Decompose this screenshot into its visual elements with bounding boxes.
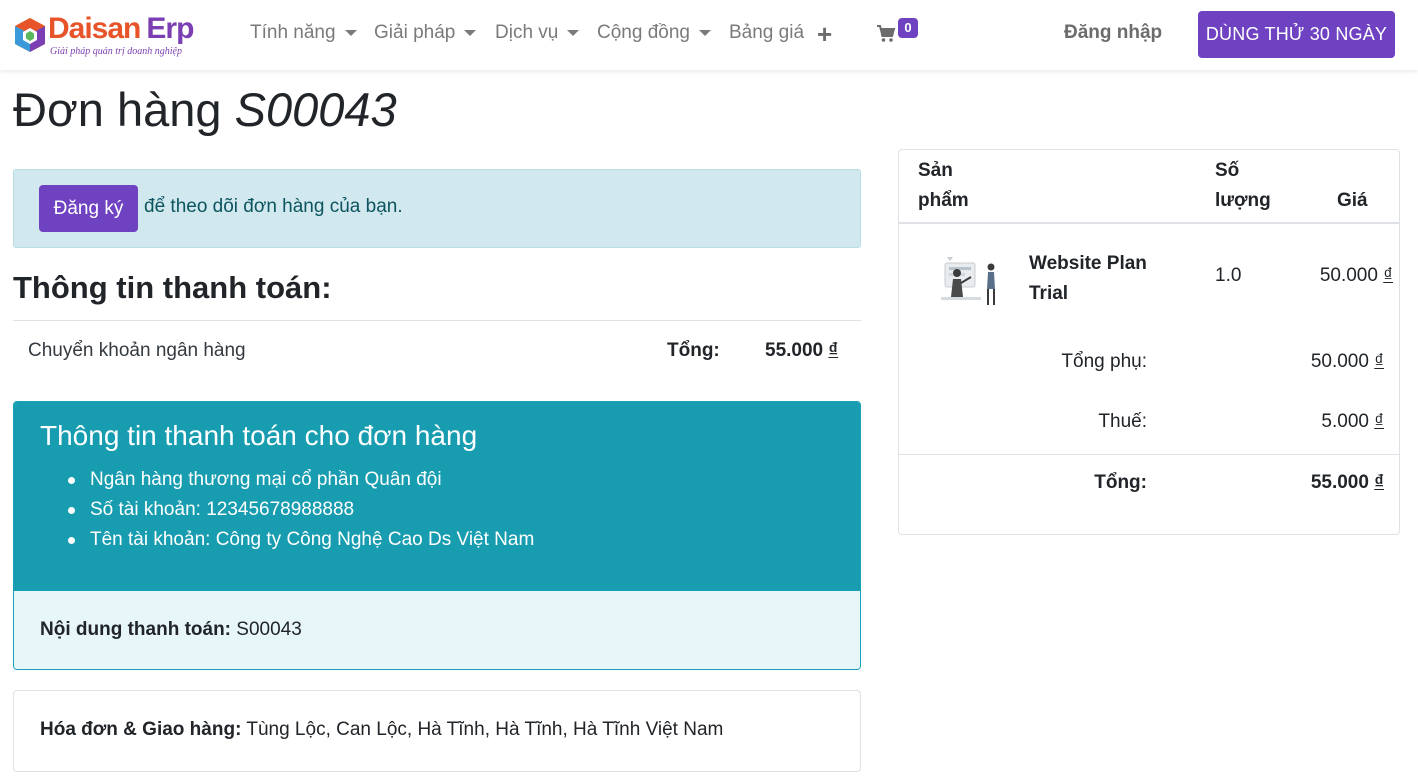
bank-account-number: Số tài khoản: 12345678988888	[67, 495, 534, 525]
subtotal-value: 50.000 ₫	[1310, 351, 1384, 372]
caret-down-icon	[698, 30, 711, 36]
bank-transfer-card: Thông tin thanh toán cho đơn hàng Ngân h…	[13, 401, 861, 670]
payment-heading: Thông tin thanh toán:	[13, 270, 332, 305]
alert-text: để theo dõi đơn hàng của bạn.	[144, 196, 403, 217]
payment-reference-panel: Nội dung thanh toán: S00043	[14, 590, 860, 669]
register-alert: Đăng ký để theo dõi đơn hàng của bạn.	[13, 169, 861, 248]
cart-count-badge: 0	[898, 18, 918, 38]
order-total-value: 55.000 ₫	[1310, 472, 1384, 493]
order-total-label: Tổng:	[1094, 472, 1147, 493]
billing-shipping-address: Hóa đơn & Giao hàng: Tùng Lộc, Can Lộc, …	[40, 719, 724, 740]
header-product: Sản phẩm	[918, 160, 969, 211]
header-divider	[899, 222, 1399, 224]
product-thumbnail	[941, 257, 995, 305]
nav-menu-solutions[interactable]: Giải pháp	[374, 22, 477, 44]
brand-name: Daisan Erp	[48, 12, 194, 45]
brand-tagline: Giải pháp quản trị doanh nghiệp	[50, 46, 182, 57]
caret-down-icon	[567, 30, 580, 36]
caret-down-icon	[464, 30, 477, 36]
bank-info-panel: Thông tin thanh toán cho đơn hàng Ngân h…	[14, 402, 860, 590]
bank-name: Ngân hàng thương mại cổ phần Quân đội	[67, 465, 534, 495]
nav-menu-label: Dịch vụ	[495, 22, 559, 43]
register-button[interactable]: Đăng ký	[39, 185, 138, 232]
payment-total-label: Tổng:	[667, 340, 720, 361]
product-quantity: 1.0	[1215, 265, 1242, 286]
page-title: Đơn hàng S00043	[13, 83, 397, 136]
tax-label: Thuế:	[1098, 411, 1147, 432]
total-divider	[899, 454, 1399, 455]
payment-method: Chuyển khoản ngân hàng	[28, 340, 246, 361]
header-price: Giá	[1337, 190, 1368, 211]
nav-menu-label: Cộng đồng	[597, 22, 690, 43]
header-quantity: Số lượng	[1215, 160, 1271, 211]
payment-reference: Nội dung thanh toán: S00043	[40, 619, 302, 640]
top-navbar: Daisan Erp Giải pháp quản trị doanh nghiệ…	[0, 0, 1418, 70]
nav-menu-community[interactable]: Cộng đồng	[597, 22, 711, 44]
bank-info-title: Thông tin thanh toán cho đơn hàng	[40, 420, 478, 451]
caret-down-icon	[344, 30, 357, 36]
order-number: S00043	[234, 83, 397, 136]
payment-total-value: 55.000 ₫	[765, 340, 839, 361]
nav-menu-services[interactable]: Dịch vụ	[495, 22, 580, 44]
shopping-cart-icon[interactable]	[876, 24, 896, 44]
login-link[interactable]: Đăng nhập	[1064, 22, 1162, 44]
nav-link-pricing[interactable]: Bảng giá	[729, 22, 804, 44]
product-price: 50.000 ₫	[1319, 265, 1393, 286]
nav-menu-label: Tính năng	[250, 22, 336, 43]
order-summary-card: Sản phẩm Số lượng Giá Website Plan Trial 1.…	[898, 149, 1400, 535]
address-card: Hóa đơn & Giao hàng: Tùng Lộc, Can Lộc, …	[13, 690, 861, 772]
plus-icon[interactable]: +	[817, 19, 832, 50]
logo-cube-icon	[15, 18, 45, 52]
nav-menu-label: Bảng giá	[729, 22, 805, 43]
nav-menu-label: Giải pháp	[374, 22, 456, 43]
subtotal-label: Tổng phụ:	[1061, 351, 1147, 372]
brand-logo[interactable]: Daisan Erp Giải pháp quản trị doanh nghiệ…	[12, 12, 212, 60]
nav-menu-features[interactable]: Tính năng	[250, 22, 357, 44]
payment-summary-row: Chuyển khoản ngân hàng Tổng: 55.000 ₫	[13, 320, 861, 382]
free-trial-button[interactable]: DÙNG THỬ 30 NGÀY	[1198, 11, 1395, 58]
bank-account-name: Tên tài khoản: Công ty Công Nghệ Cao Ds …	[67, 525, 534, 555]
tax-value: 5.000 ₫	[1321, 411, 1384, 432]
bank-details-list: Ngân hàng thương mại cổ phần Quân đội Số…	[67, 465, 534, 555]
product-name-link[interactable]: Website Plan Trial	[1029, 249, 1147, 309]
